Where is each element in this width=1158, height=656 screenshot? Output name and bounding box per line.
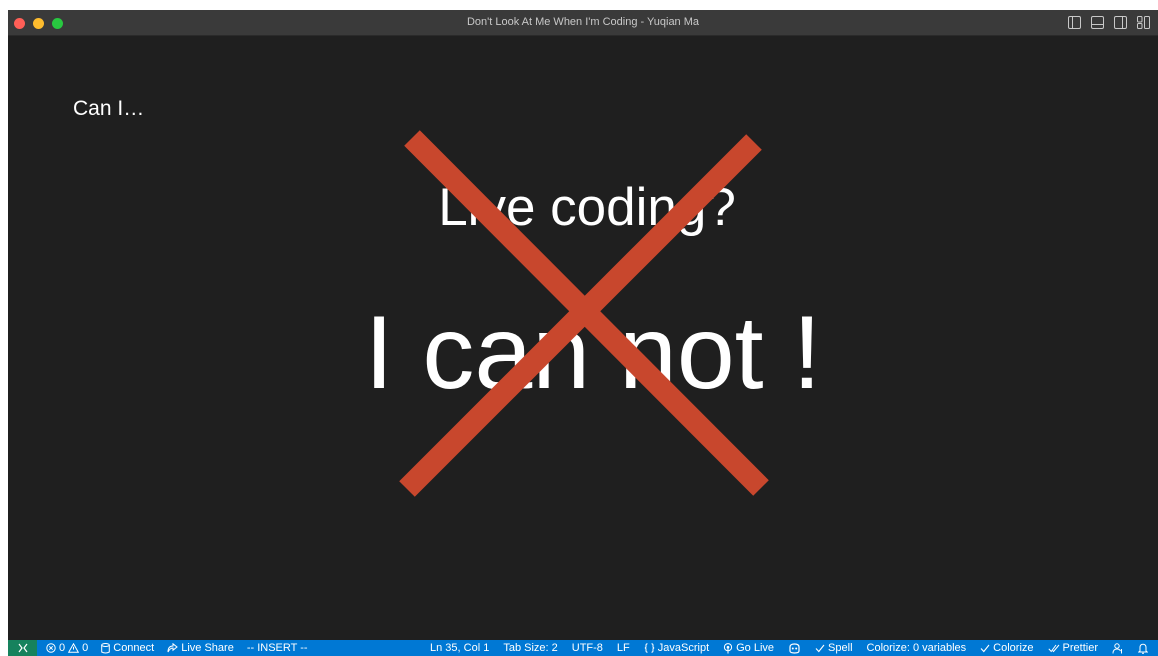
prettier-item[interactable]: Prettier: [1047, 640, 1098, 656]
status-right-group: Ln 35, Col 1 Tab Size: 2 UTF-8 LF JavaSc…: [430, 640, 1148, 656]
encoding-label: UTF-8: [571, 642, 603, 654]
error-count: 0: [59, 642, 66, 654]
copilot-icon: [789, 642, 800, 654]
spell-label: Spell: [828, 642, 853, 654]
live-share-label: Live Share: [181, 642, 234, 654]
notifications-item[interactable]: [1138, 643, 1148, 654]
cursor-position-item[interactable]: Ln 35, Col 1: [430, 640, 489, 656]
encoding-item[interactable]: UTF-8: [572, 640, 603, 656]
colorize-item[interactable]: Colorize: [980, 640, 1034, 656]
warning-count: 0: [82, 642, 89, 654]
colorize-variables-label: Colorize: 0 variables: [866, 642, 967, 654]
prettier-label: Prettier: [1062, 642, 1098, 654]
window-title: Don't Look At Me When I'm Coding - Yuqia…: [466, 16, 700, 28]
eol-item[interactable]: LF: [617, 640, 630, 656]
layout-controls: [1068, 16, 1150, 29]
remote-indicator[interactable]: [8, 640, 37, 656]
tab-size-label: Tab Size: 2: [503, 642, 558, 654]
bell-icon: [1138, 643, 1148, 654]
database-icon: [101, 642, 111, 653]
status-bar: 0 0 Connect Live Share -- INSERT -- Ln 3…: [8, 640, 1158, 656]
feedback-item[interactable]: [1112, 642, 1124, 654]
status-left-group: 0 0 Connect Live Share -- INSERT --: [46, 640, 308, 656]
braces-icon: [644, 643, 654, 653]
toggle-primary-sidebar-icon[interactable]: [1068, 16, 1081, 29]
check-icon: [980, 644, 990, 652]
language-label: JavaScript: [657, 642, 710, 654]
vim-mode-indicator: -- INSERT --: [247, 640, 308, 656]
cursor-position-label: Ln 35, Col 1: [430, 642, 490, 654]
vim-mode-label: -- INSERT --: [246, 642, 308, 654]
eol-label: LF: [616, 642, 630, 654]
remote-icon: [18, 643, 27, 653]
live-share-icon: [167, 643, 179, 653]
go-live-item[interactable]: Go Live: [723, 640, 774, 656]
toggle-secondary-sidebar-icon[interactable]: [1114, 16, 1127, 29]
title-bar: Don't Look At Me When I'm Coding - Yuqia…: [8, 10, 1158, 36]
problems-indicator[interactable]: 0 0: [46, 640, 88, 656]
editor-window: Don't Look At Me When I'm Coding - Yuqia…: [8, 10, 1158, 656]
connect-label: Connect: [113, 642, 155, 654]
person-feedback-icon: [1112, 642, 1122, 654]
go-live-label: Go Live: [736, 642, 775, 654]
slide-content: Can I… Live coding? I can not !: [8, 36, 1158, 640]
language-mode-item[interactable]: JavaScript: [644, 640, 709, 656]
warning-icon: [68, 643, 80, 653]
colorize-label: Colorize: [993, 642, 1034, 654]
spell-item[interactable]: Spell: [815, 640, 853, 656]
colorize-variables-item[interactable]: Colorize: 0 variables: [867, 640, 967, 656]
copilot-item[interactable]: [788, 642, 801, 654]
double-check-icon: [1047, 644, 1059, 652]
red-x-cross-icon: [399, 130, 769, 497]
check-icon: [815, 644, 825, 652]
connect-item[interactable]: Connect: [101, 640, 154, 656]
customize-layout-icon[interactable]: [1137, 16, 1150, 29]
error-icon: [46, 643, 56, 653]
toggle-panel-icon[interactable]: [1091, 16, 1104, 29]
tab-size-item[interactable]: Tab Size: 2: [503, 640, 557, 656]
broadcast-icon: [724, 642, 733, 653]
live-share-item[interactable]: Live Share: [167, 640, 234, 656]
